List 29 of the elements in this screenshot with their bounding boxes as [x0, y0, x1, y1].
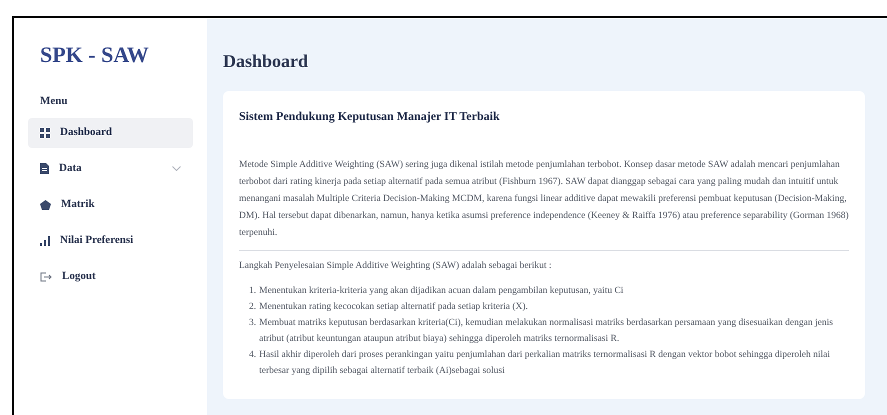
step-text: Menentukan kriteria-kriteria yang akan dijadikan acuan dalam pengambilan keputusan, yaitu Ci — [259, 285, 624, 298]
file-icon — [40, 163, 49, 174]
step-number: 3. — [249, 317, 256, 330]
sidebar-item-label: Logout — [62, 269, 96, 284]
brand-title: SPK - SAW — [39, 41, 150, 69]
sidebar-item[interactable]: Logout — [28, 262, 193, 292]
intro-paragraph: Metode Simple Additive Weighting (SAW) sering juga dikenal istilah metode penjumlahan terbobot. Konsep dasar metode SAW adalah mencari penjumlahan terbobot dari rating kinerja pada setiap alternatif pada semua atribut (Fishburn 1967). SAW dapat dianggap sebagai cara yang paling mudah dan intuitif untuk menangani masalah Multiple Criteria Decision-Making MCDM, karena fungsi linear additive dapat mewakili preferensi pembuat keputusan (Decision-Making, DM). Hal tersebut dapat dibenarkan, namun, hanya ketika asumsi preference independence (Keeney & Raiffa 1976) atau preference separability (Gorman 1968) terpenuhi. — [239, 159, 849, 240]
sidebar-item-label: Dashboard — [60, 125, 112, 140]
step-text: Menentukan rating kecocokan setiap alternatif pada setiap kriteria (X). — [259, 301, 528, 314]
card-title: Sistem Pendukung Keputusan Manajer IT Terbaik — [239, 108, 501, 125]
steps-heading: Langkah Penyelesaian Simple Additive Weighting (SAW) adalah sebagai berikut : — [239, 260, 553, 273]
sidebar-item[interactable]: Nilai Preferensi — [28, 226, 193, 256]
page-title: Dashboard — [223, 50, 310, 73]
sidebar-item[interactable]: Dashboard — [28, 118, 193, 148]
sidebar-item-label: Nilai Preferensi — [60, 233, 134, 248]
grid-icon — [40, 128, 50, 138]
step-text: Membuat matriks keputusan berdasarkan kriteria(Ci), kemudian melakukan normalisasi matriks berdasarkan persamaan yang disesuaikan dengan jenis atribut (atribut keuntungan ataupun atribut biaya) sehingga diperoleh matriks ternormalisasi R. — [259, 317, 834, 346]
sidebar-item[interactable]: Matrik — [28, 190, 193, 220]
step-number: 2. — [249, 301, 256, 314]
sidebar-item-label: Matrik — [61, 197, 95, 212]
menu-heading: Menu — [39, 94, 68, 109]
sidebar-item-label: Data — [59, 161, 82, 176]
sidebar-item[interactable]: Data — [28, 154, 193, 184]
step-text: Hasil akhir diperoleh dari proses perankingan yaitu penjumlahan dari perkalian matriks ternormalisasi R dengan vektor bobot sehingga diperoleh nilai terbesar yang dipilih sebagai alternatif terbaik (Ai)sebagai solusi — [259, 349, 832, 378]
bar-chart-icon — [40, 236, 50, 246]
pentagon-icon — [40, 200, 51, 210]
step-number: 1. — [249, 285, 256, 298]
step-number: 4. — [249, 349, 256, 362]
logout-icon — [40, 272, 52, 282]
